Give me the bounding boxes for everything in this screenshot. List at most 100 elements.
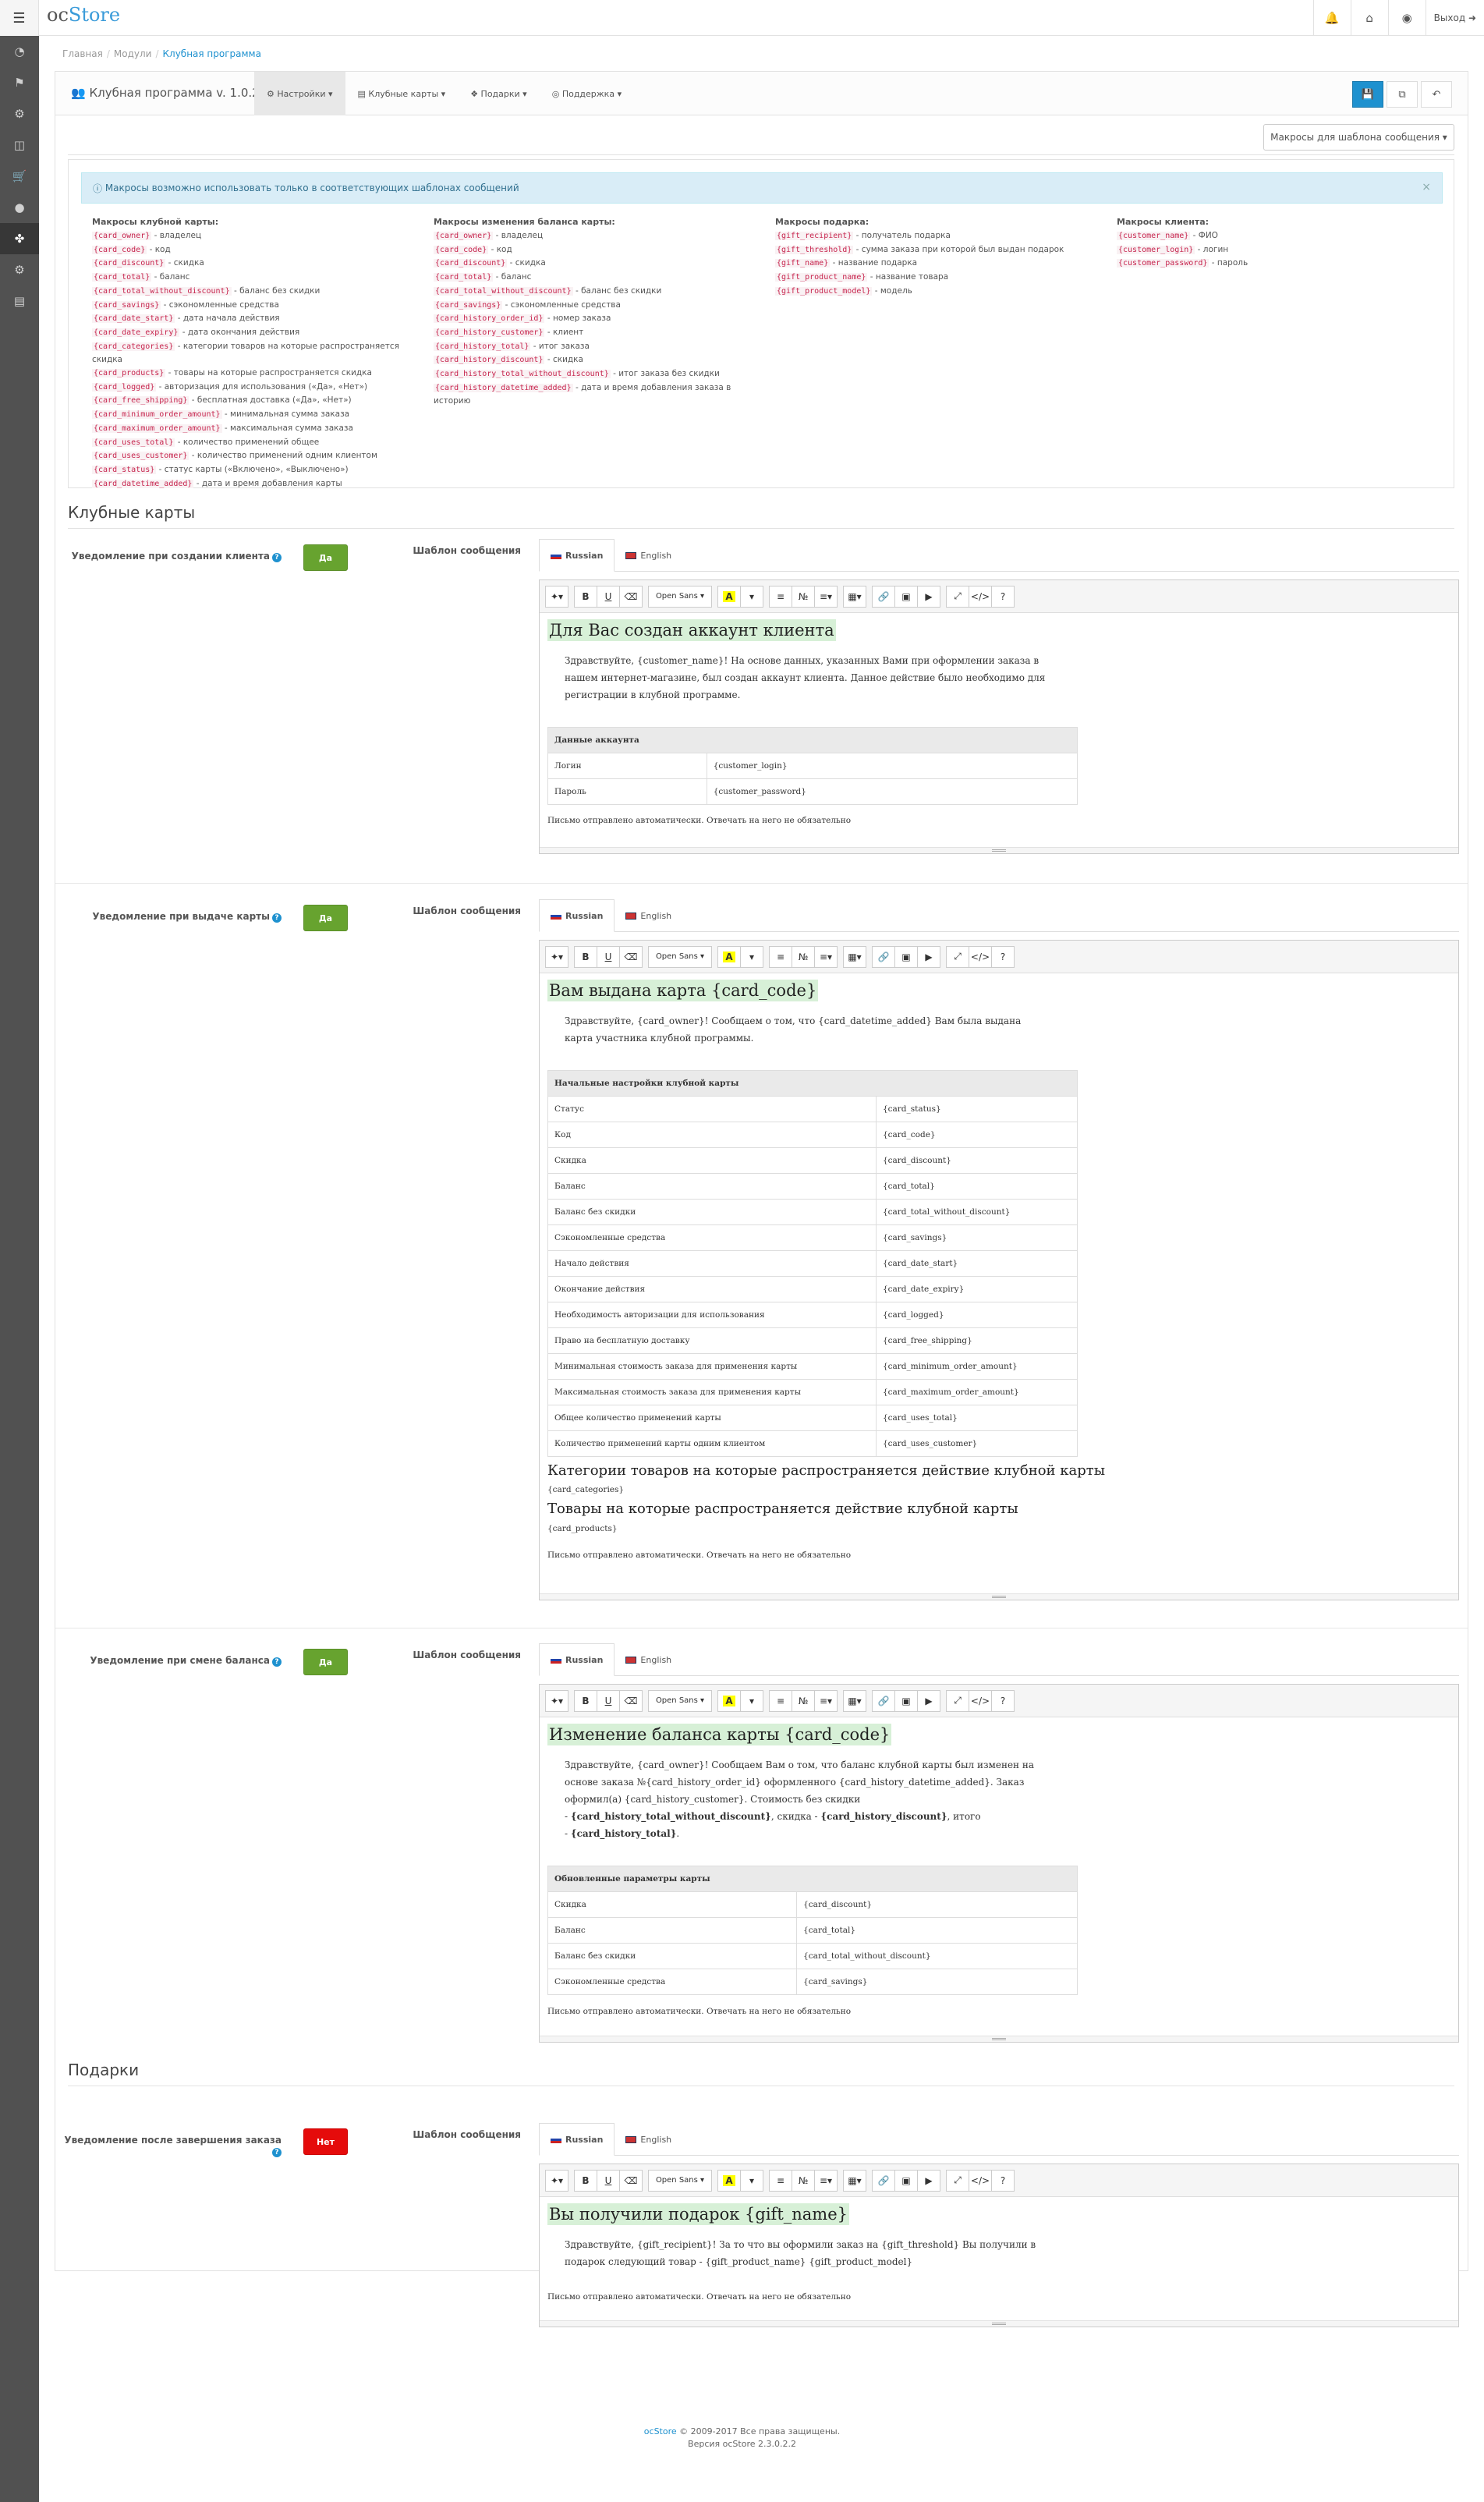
font-color-button[interactable]: A <box>717 585 741 608</box>
back-button[interactable]: ↶ <box>1421 81 1452 108</box>
footer-brand-link[interactable]: ocStore <box>644 2426 677 2436</box>
link-icon[interactable]: 🔗 <box>872 945 895 968</box>
code-view-icon[interactable]: </> <box>969 945 992 968</box>
table-icon[interactable]: ▦▾ <box>843 945 866 968</box>
tab-english[interactable]: English <box>614 539 682 572</box>
numbered-list-icon[interactable]: № <box>792 585 815 608</box>
help-icon[interactable]: ? <box>991 1689 1015 1712</box>
fullscreen-icon[interactable]: ⤢ <box>946 945 969 968</box>
fullscreen-icon[interactable]: ⤢ <box>946 585 969 608</box>
editor-body[interactable]: Вы получили подарок {gift_name} Здравств… <box>540 2197 1458 2320</box>
logout-button[interactable]: Выход ➜ <box>1425 0 1484 36</box>
macros-dropdown-button[interactable]: Макросы для шаблона сообщения ▾ <box>1263 124 1454 151</box>
link-icon[interactable]: 🔗 <box>872 2169 895 2192</box>
sales-icon[interactable]: 🛒 <box>0 161 39 192</box>
menu-gifts[interactable]: ❖ Подарки ▾ <box>458 72 540 115</box>
underline-button[interactable]: U <box>597 945 620 968</box>
editor-body[interactable]: Для Вас создан аккаунт клиента Здравству… <box>540 613 1458 847</box>
message-editor[interactable]: ✦▾ B U ⌫ Open Sans ▾ A ▾ ≡ № ≡▾ ▦▾ 🔗 ▣ ▶ ⤢ </>? Изменен… <box>539 1684 1459 2043</box>
help-icon[interactable]: ? <box>272 1657 282 1667</box>
resize-handle[interactable] <box>540 847 1458 853</box>
code-view-icon[interactable]: </> <box>969 585 992 608</box>
image-icon[interactable]: ▣ <box>894 585 918 608</box>
eraser-icon[interactable]: ⌫ <box>619 585 643 608</box>
numbered-list-icon[interactable]: № <box>792 1689 815 1712</box>
video-icon[interactable]: ▶ <box>917 1689 940 1712</box>
magic-icon[interactable]: ✦▾ <box>545 585 568 608</box>
bullet-list-icon[interactable]: ≡ <box>769 585 792 608</box>
close-icon[interactable]: × <box>1422 181 1431 193</box>
bullet-list-icon[interactable]: ≡ <box>769 2169 792 2192</box>
tab-russian[interactable]: Russian <box>539 539 615 572</box>
help-icon[interactable]: ? <box>272 553 282 562</box>
font-color-button[interactable]: A <box>717 1689 741 1712</box>
eraser-icon[interactable]: ⌫ <box>619 2169 643 2192</box>
message-editor[interactable]: ✦▾ B U ⌫ Open Sans ▾ A ▾ ≡ № ≡▾ ▦▾ 🔗 ▣ ▶ ⤢ </>? Вы полу… <box>539 2164 1459 2327</box>
logo[interactable]: ocStore <box>47 4 120 26</box>
eraser-icon[interactable]: ⌫ <box>619 945 643 968</box>
customers-icon[interactable]: ● <box>0 192 39 223</box>
design-icon[interactable]: ◫ <box>0 129 39 161</box>
bold-button[interactable]: B <box>574 945 597 968</box>
menu-club-cards[interactable]: ▤ Клубные карты ▾ <box>345 72 459 115</box>
balance-change-toggle[interactable]: Да <box>303 1649 348 1675</box>
bell-icon[interactable]: 🔔 <box>1312 0 1351 36</box>
image-icon[interactable]: ▣ <box>894 945 918 968</box>
tab-english[interactable]: English <box>614 2123 682 2156</box>
editor-body[interactable]: Изменение баланса карты {card_code} Здра… <box>540 1717 1458 2036</box>
home-icon[interactable]: ⌂ <box>1350 0 1388 36</box>
menu-support[interactable]: ◎ Поддержка ▾ <box>540 72 634 115</box>
help-icon[interactable]: ? <box>991 945 1015 968</box>
reports-icon[interactable]: ▤ <box>0 285 39 317</box>
font-color-button[interactable]: A <box>717 2169 741 2192</box>
breadcrumb-home[interactable]: Главная <box>62 48 103 59</box>
align-icon[interactable]: ≡▾ <box>814 1689 838 1712</box>
align-icon[interactable]: ≡▾ <box>814 945 838 968</box>
font-select[interactable]: Open Sans ▾ <box>648 2169 712 2192</box>
table-icon[interactable]: ▦▾ <box>843 1689 866 1712</box>
bold-button[interactable]: B <box>574 1689 597 1712</box>
code-view-icon[interactable]: </> <box>969 1689 992 1712</box>
breadcrumb-current[interactable]: Клубная программа <box>163 48 261 59</box>
message-editor[interactable]: ✦▾ B U ⌫ Open Sans ▾ A ▾ ≡ № ≡▾ ▦▾ 🔗 ▣ ▶ ⤢ </>? Для Вас… <box>539 579 1459 854</box>
menu-settings[interactable]: ⚙ Настройки ▾ <box>254 72 345 115</box>
system-icon[interactable]: ⚙ <box>0 254 39 285</box>
numbered-list-icon[interactable]: № <box>792 2169 815 2192</box>
message-editor[interactable]: ✦▾ B U ⌫ Open Sans ▾ A ▾ ≡ № ≡▾ ▦▾ 🔗 ▣ ▶ ⤢ </>? Вам выд… <box>539 940 1459 1600</box>
code-view-icon[interactable]: </> <box>969 2169 992 2192</box>
underline-button[interactable]: U <box>597 2169 620 2192</box>
create-customer-toggle[interactable]: Да <box>303 544 348 571</box>
font-select[interactable]: Open Sans ▾ <box>648 1689 712 1712</box>
tab-english[interactable]: English <box>614 1643 682 1676</box>
font-select[interactable]: Open Sans ▾ <box>648 585 712 608</box>
eraser-icon[interactable]: ⌫ <box>619 1689 643 1712</box>
bullet-list-icon[interactable]: ≡ <box>769 945 792 968</box>
tab-russian[interactable]: Russian <box>539 899 615 932</box>
resize-handle[interactable] <box>540 2320 1458 2327</box>
bold-button[interactable]: B <box>574 585 597 608</box>
bullet-list-icon[interactable]: ≡ <box>769 1689 792 1712</box>
font-color-button[interactable]: A <box>717 945 741 968</box>
help-icon[interactable]: ? <box>272 2148 282 2157</box>
save-stay-button[interactable]: ⧉ <box>1387 81 1418 108</box>
image-icon[interactable]: ▣ <box>894 1689 918 1712</box>
issue-card-toggle[interactable]: Да <box>303 905 348 931</box>
fullscreen-icon[interactable]: ⤢ <box>946 1689 969 1712</box>
help-icon[interactable]: ? <box>991 2169 1015 2192</box>
underline-button[interactable]: U <box>597 1689 620 1712</box>
help-icon[interactable]: ? <box>991 585 1015 608</box>
image-icon[interactable]: ▣ <box>894 2169 918 2192</box>
table-icon[interactable]: ▦▾ <box>843 585 866 608</box>
video-icon[interactable]: ▶ <box>917 945 940 968</box>
align-icon[interactable]: ≡▾ <box>814 2169 838 2192</box>
magic-icon[interactable]: ✦▾ <box>545 1689 568 1712</box>
help-icon[interactable]: ? <box>272 913 282 923</box>
breadcrumb-modules[interactable]: Модули <box>114 48 152 59</box>
marketing-icon[interactable]: ✤ <box>0 223 39 254</box>
editor-body[interactable]: Вам выдана карта {card_code} Здравствуйт… <box>540 973 1458 1593</box>
resize-handle[interactable] <box>540 2036 1458 2042</box>
link-icon[interactable]: 🔗 <box>872 1689 895 1712</box>
bold-button[interactable]: B <box>574 2169 597 2192</box>
catalog-icon[interactable]: ⚑ <box>0 67 39 98</box>
order-complete-toggle[interactable]: Нет <box>303 2128 348 2155</box>
